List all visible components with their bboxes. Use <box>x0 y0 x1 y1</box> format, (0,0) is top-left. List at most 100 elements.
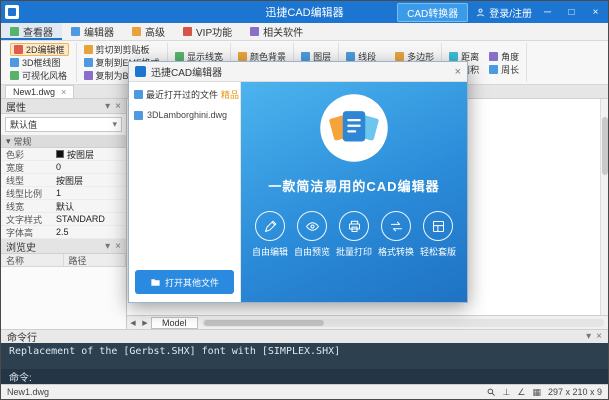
history-file-list[interactable] <box>1 267 126 329</box>
command-panel-header: 命令行 ▾ × <box>1 329 608 344</box>
eye-icon <box>305 221 319 231</box>
layout-tab-bar: ◀ ▶ Model <box>127 315 608 329</box>
viewer-tab-icon <box>10 27 19 36</box>
chevron-down-icon[interactable]: ▾ <box>586 331 591 342</box>
tab-scroll-right-icon[interactable]: ▶ <box>139 319 151 327</box>
ribbon-3d-wireframe-button[interactable]: 3D框线图 <box>10 56 69 69</box>
zoom-icon[interactable] <box>486 387 496 397</box>
horizontal-scrollbar[interactable] <box>201 318 604 327</box>
dialog-app-icon <box>135 66 146 77</box>
panel-close-icon[interactable]: × <box>115 241 121 252</box>
distance-icon <box>449 51 459 61</box>
preset-dropdown[interactable]: 默认值 ▾ <box>5 117 122 132</box>
show-lineweight-icon <box>175 51 185 61</box>
line-icon <box>346 51 356 61</box>
recent-files-icon <box>134 90 143 99</box>
ribbon-2d-edit-button[interactable]: 2D编辑框 <box>10 43 69 56</box>
ribbon-perimeter-button[interactable]: 周长 <box>489 63 519 76</box>
color-swatch <box>56 150 64 158</box>
3d-wireframe-icon <box>10 58 19 67</box>
recent-files-pane: 最近打开过的文件 精品 3DLamborghini.dwg 打开其他文件 <box>129 82 241 302</box>
panel-close-icon[interactable]: × <box>115 101 121 112</box>
property-row-lineweight[interactable]: 线宽 默认 <box>1 200 126 213</box>
tab-scroll-left-icon[interactable]: ◀ <box>127 319 139 327</box>
properties-panel-title: 属性 <box>6 102 26 114</box>
user-icon <box>477 8 485 16</box>
folder-icon <box>151 278 160 286</box>
tab-close-icon[interactable]: × <box>61 87 66 97</box>
login-label: 登录/注册 <box>489 8 532 20</box>
close-button[interactable]: × <box>587 7 604 18</box>
vertical-scrollbar[interactable] <box>600 99 608 315</box>
column-path: 路径 <box>64 254 126 266</box>
vip-tab-icon <box>183 27 192 36</box>
feature-batch-print[interactable]: 批量打印 <box>334 211 374 258</box>
premium-link[interactable]: 精品 <box>221 88 239 101</box>
feature-free-preview[interactable]: 自由预览 <box>292 211 332 258</box>
history-panel-header: 浏览史 ▾ × <box>1 239 126 254</box>
angle-snap-icon[interactable]: ∠ <box>517 387 525 398</box>
property-row-color[interactable]: 色彩 按图层 <box>1 148 126 161</box>
property-row-textheight[interactable]: 字体高 2.5 <box>1 226 126 239</box>
column-name: 名称 <box>1 254 64 266</box>
dialog-title: 迅捷CAD编辑器 <box>151 68 223 79</box>
property-row-ltscale[interactable]: 线型比例 1 <box>1 187 126 200</box>
properties-panel: 属性 ▾ × 默认值 ▾ ▾ 常规 色彩 按图层 宽度 0 线型 按图层 线型比例 1 … <box>1 99 127 329</box>
polygon-icon <box>395 51 405 61</box>
copy-emf-icon <box>83 58 93 67</box>
menu-tab-viewer[interactable]: 查看器 <box>1 23 62 40</box>
command-panel-title: 命令行 <box>7 333 37 344</box>
preset-value: 默认值 <box>10 120 38 130</box>
property-row-textstyle[interactable]: 文字样式 STANDARD <box>1 213 126 226</box>
open-file-button[interactable]: 打开其他文件 <box>135 270 234 294</box>
ribbon-cut-button[interactable]: 剪切到剪贴板 <box>83 43 161 56</box>
feature-easy-template[interactable]: 轻松套版 <box>418 211 458 258</box>
login-link[interactable]: 登录/注册 <box>475 5 532 20</box>
chevron-down-icon[interactable]: ▾ <box>105 101 110 112</box>
copy-bmp-icon <box>83 71 93 80</box>
document-tab[interactable]: New1.dwg × <box>5 85 75 98</box>
menu-tab-editor[interactable]: 编辑器 <box>62 23 123 40</box>
property-row-width[interactable]: 宽度 0 <box>1 161 126 174</box>
chevron-down-icon[interactable]: ▾ <box>105 241 110 252</box>
cut-icon <box>83 45 93 54</box>
grid-icon[interactable]: ▦ <box>532 387 541 398</box>
menu-tab-vip[interactable]: VIP功能 <box>174 23 241 40</box>
panel-close-icon[interactable]: × <box>596 331 602 342</box>
recent-file-item[interactable]: 3DLamborghini.dwg <box>134 110 235 120</box>
dialog-title-bar: 迅捷CAD编辑器 × <box>129 62 467 82</box>
ribbon-visual-style-button[interactable]: 可视化风格 <box>10 69 69 82</box>
model-tab[interactable]: Model <box>151 316 198 329</box>
advanced-tab-icon <box>132 27 141 36</box>
dialog-close-icon[interactable]: × <box>455 66 461 78</box>
recent-files-header: 最近打开过的文件 精品 <box>134 88 239 101</box>
feature-free-edit[interactable]: 自由编辑 <box>250 211 290 258</box>
scrollbar-thumb[interactable] <box>602 117 608 175</box>
template-layout-icon <box>432 220 444 232</box>
coordinates-display: 297 x 210 x 9 <box>547 387 602 397</box>
ribbon-angle-button[interactable]: 角度 <box>489 50 519 63</box>
scrollbar-thumb[interactable] <box>203 319 324 326</box>
chevron-down-icon: ▾ <box>6 135 11 146</box>
properties-section-general[interactable]: ▾ 常规 <box>1 135 126 148</box>
menu-tab-label: 高级 <box>145 28 165 39</box>
menu-tab-bar: 查看器 编辑器 高级 VIP功能 相关软件 <box>1 23 608 41</box>
history-column-headers: 名称 路径 <box>1 254 126 267</box>
chevron-down-icon: ▾ <box>112 119 117 129</box>
minimize-button[interactable]: ─ <box>539 7 556 18</box>
menu-tab-related[interactable]: 相关软件 <box>241 23 312 40</box>
menu-tab-advanced[interactable]: 高级 <box>123 23 174 40</box>
related-tab-icon <box>250 27 260 36</box>
2d-edit-icon <box>14 45 23 54</box>
app-logo <box>320 94 388 162</box>
command-input[interactable] <box>37 371 600 382</box>
ortho-icon[interactable]: ⊥ <box>503 387 511 398</box>
property-row-linetype[interactable]: 线型 按图层 <box>1 174 126 187</box>
feature-row: 自由编辑 自由预览 批量打印 格式转换 轻松套版 <box>241 211 467 258</box>
app-window: 迅捷CAD编辑器 CAD转换器 登录/注册 ─ □ × 查看器 编辑器 高级 V… <box>0 0 609 400</box>
feature-format-convert[interactable]: 格式转换 <box>376 211 416 258</box>
maximize-button[interactable]: □ <box>563 7 580 18</box>
app-logo-icon <box>5 5 19 19</box>
visual-style-icon <box>10 71 19 80</box>
cad-converter-button[interactable]: CAD转换器 <box>397 2 469 22</box>
